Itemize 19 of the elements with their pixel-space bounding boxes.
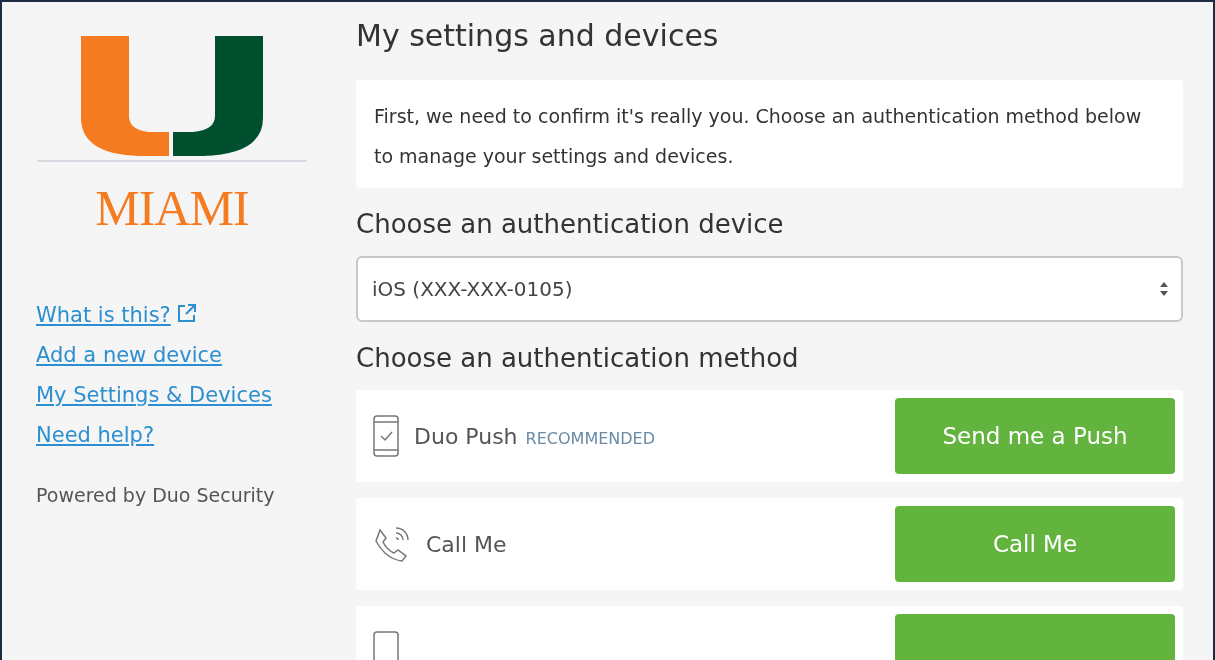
sidebar-link[interactable]: My Settings & Devices <box>36 380 272 410</box>
sidebar-link[interactable]: What is this? <box>36 300 171 330</box>
powered-by-text: Powered by Duo Security <box>36 484 276 506</box>
phone-call-icon <box>372 524 412 564</box>
device-select[interactable]: iOS (XXX-XXX-0105) <box>356 256 1183 322</box>
method-button[interactable]: Send me a Push <box>895 398 1175 474</box>
phone-icon <box>372 414 400 458</box>
method-label: Duo Push RECOMMENDED <box>414 423 655 449</box>
section-heading: Choose an authentication device <box>356 208 785 241</box>
intro-text: First, we need to confirm it's really you. Choose an authentication method below to manage your settings and devices. <box>356 80 1183 188</box>
external-link-icon <box>176 303 197 323</box>
method-label: Call Me <box>426 531 507 557</box>
sidebar-link[interactable]: Need help? <box>36 420 155 450</box>
method-button[interactable]: Call Me <box>895 506 1175 582</box>
sidebar-link[interactable]: Add a new device <box>36 340 222 370</box>
page-title: My settings and devices <box>356 17 720 55</box>
section-heading: Choose an authentication method <box>356 342 800 375</box>
select-arrows-icon <box>1159 280 1169 298</box>
logo-wordmark: MIAMI <box>95 180 249 236</box>
